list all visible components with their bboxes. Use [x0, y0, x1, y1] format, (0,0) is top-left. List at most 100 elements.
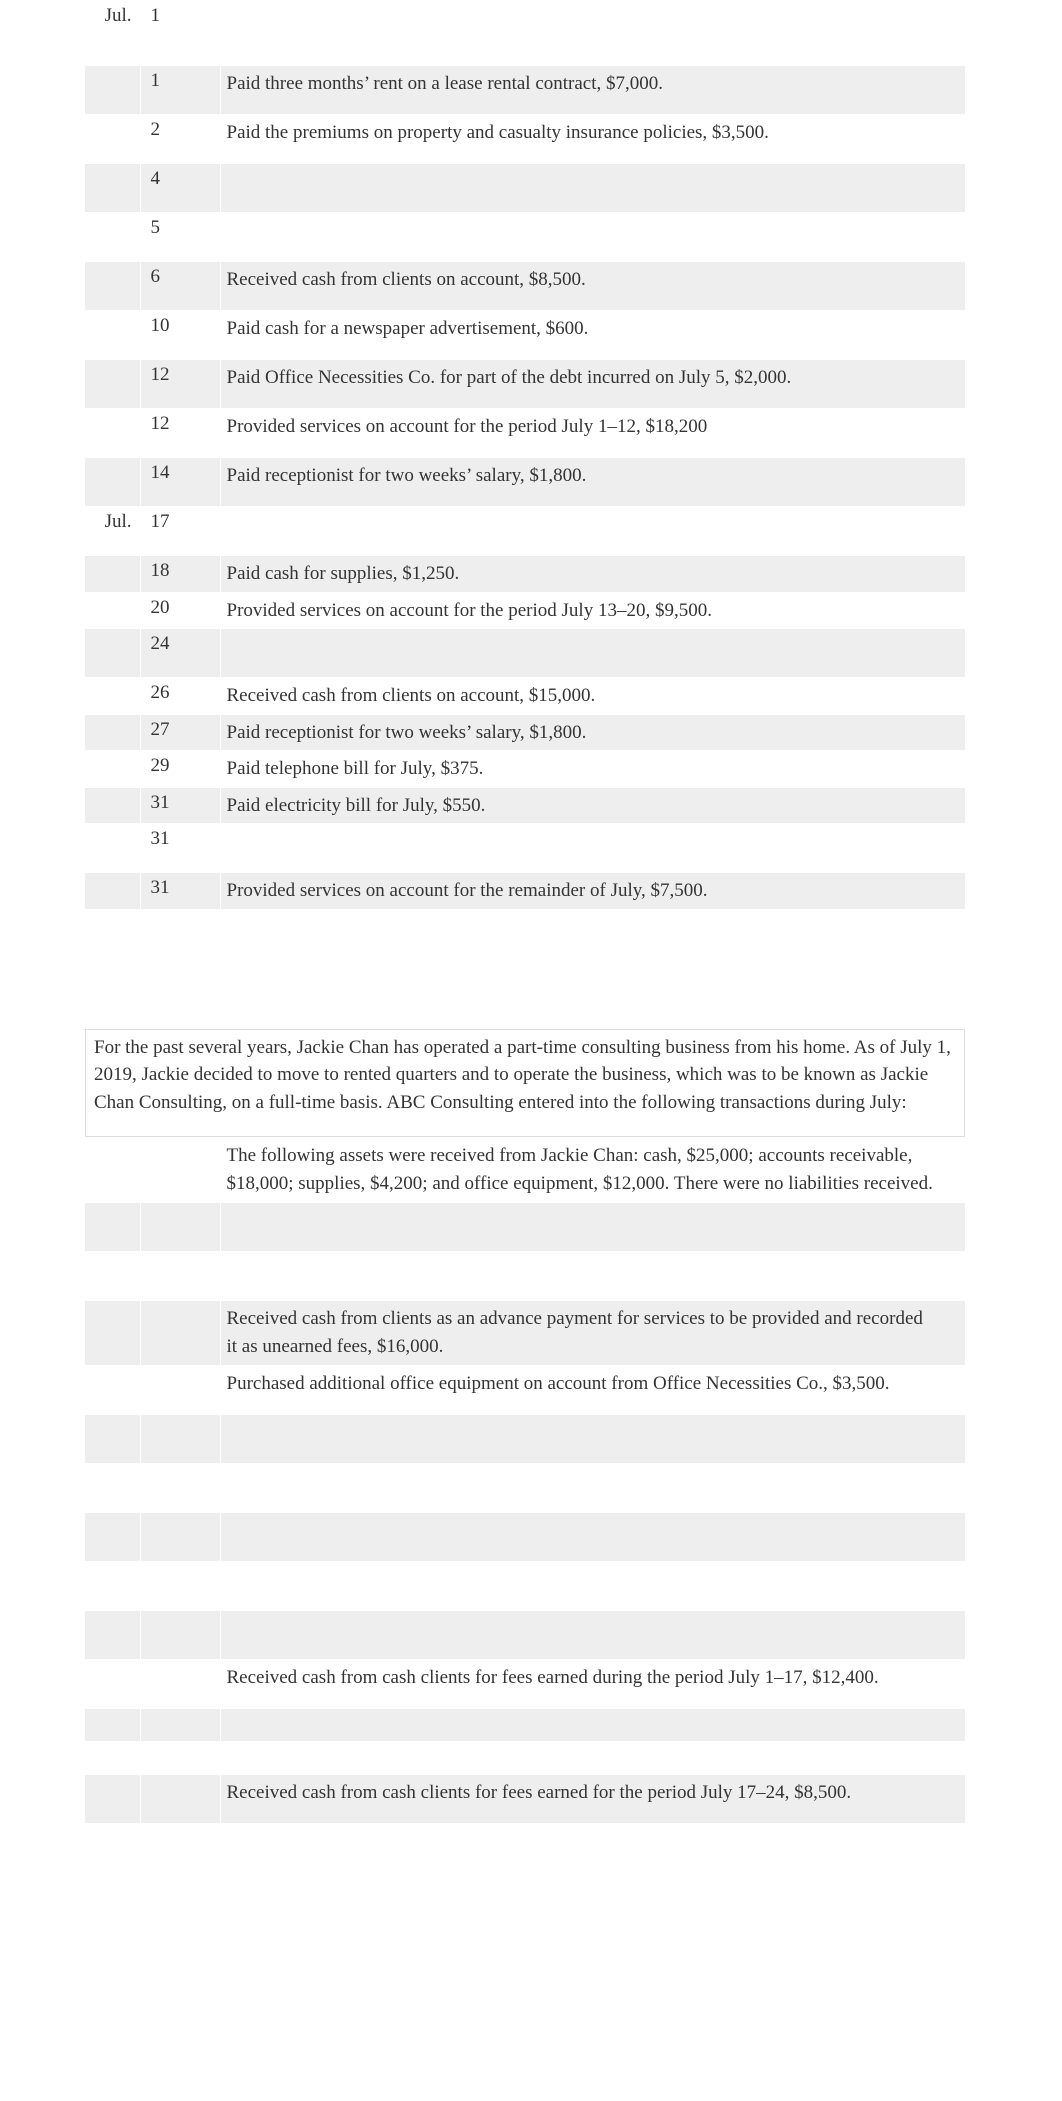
month-cell — [85, 1562, 140, 1606]
section-gap — [0, 909, 1062, 1029]
month-cell — [85, 1366, 140, 1410]
table-row: 24 — [85, 629, 965, 678]
day-cell: 20 — [141, 593, 220, 621]
month-cell — [85, 751, 140, 779]
table-row — [85, 1252, 965, 1301]
table-row — [85, 1512, 965, 1561]
description-cell: Paid receptionist for two weeks’ salary,… — [221, 458, 966, 506]
table-row: Received cash from clients as an advance… — [85, 1301, 965, 1365]
month-cell — [85, 458, 140, 502]
table-row — [85, 1414, 965, 1463]
month-cell — [85, 213, 140, 257]
table-row: Jul.17 — [85, 507, 965, 556]
table-row: Received cash from cash clients for fees… — [85, 1774, 965, 1823]
table-row: 6Received cash from clients on account, … — [85, 262, 965, 311]
month-cell — [85, 1611, 140, 1655]
table-row: 4 — [85, 164, 965, 213]
table-row — [85, 1708, 965, 1741]
month-cell — [85, 1709, 140, 1737]
table-row: 29Paid telephone bill for July, $375. — [85, 751, 965, 788]
table-row: 31Provided services on account for the r… — [85, 873, 965, 909]
description-cell — [221, 1562, 966, 1610]
description-cell — [221, 1252, 966, 1300]
description-cell: Paid electricity bill for July, $550. — [221, 788, 966, 824]
month-cell — [85, 873, 140, 901]
month-cell — [85, 262, 140, 306]
description-cell: Received cash from cash clients for fees… — [221, 1775, 966, 1823]
day-cell: 26 — [141, 678, 220, 706]
description-cell: Paid cash for a newspaper advertisement,… — [221, 311, 966, 359]
description-cell: Paid three months’ rent on a lease renta… — [221, 66, 966, 114]
day-cell — [141, 1660, 220, 1704]
month-cell: Jul. — [85, 1, 140, 61]
description-cell — [221, 1, 966, 65]
day-cell: 14 — [141, 458, 220, 502]
transactions-table-2: The following assets were received from … — [85, 1137, 965, 1822]
table-row: 5 — [85, 213, 965, 262]
month-cell — [85, 678, 140, 706]
day-cell: 31 — [141, 788, 220, 816]
table-row — [85, 1203, 965, 1252]
document-page: Jul.11Paid three months’ rent on a lease… — [0, 0, 1062, 1823]
table-row — [85, 1610, 965, 1659]
description-cell: Paid cash for supplies, $1,250. — [221, 556, 966, 592]
table-row — [85, 1561, 965, 1610]
description-cell: Paid the premiums on property and casual… — [221, 115, 966, 163]
month-cell — [85, 1513, 140, 1557]
intro-paragraph-text: For the past several years, Jackie Chan … — [94, 1037, 951, 1113]
day-cell — [141, 1562, 220, 1606]
day-cell — [141, 1775, 220, 1819]
month-cell — [85, 115, 140, 159]
day-cell: 31 — [141, 873, 220, 901]
description-cell — [221, 1513, 966, 1561]
day-cell: 31 — [141, 824, 220, 868]
day-cell — [141, 1464, 220, 1508]
table-row: 27Paid receptionist for two weeks’ salar… — [85, 714, 965, 751]
day-cell: 18 — [141, 556, 220, 584]
day-cell: 12 — [141, 360, 220, 404]
table-row: 10Paid cash for a newspaper advertisemen… — [85, 311, 965, 360]
description-cell: The following assets were received from … — [221, 1138, 966, 1202]
month-cell — [85, 1138, 140, 1198]
description-cell — [221, 629, 966, 677]
table-row: 12Provided services on account for the p… — [85, 409, 965, 458]
description-cell — [221, 1611, 966, 1659]
table-row: Jul.1 — [85, 1, 965, 66]
transactions-table-1: Jul.11Paid three months’ rent on a lease… — [85, 0, 965, 909]
table-row: 26Received cash from clients on account,… — [85, 678, 965, 715]
table-row: Received cash from cash clients for fees… — [85, 1659, 965, 1708]
table-row: 2Paid the premiums on property and casua… — [85, 115, 965, 164]
description-cell — [221, 1415, 966, 1463]
description-cell: Provided services on account for the per… — [221, 593, 966, 629]
day-cell: 17 — [141, 507, 220, 551]
day-cell — [141, 1301, 220, 1345]
description-cell — [221, 824, 966, 872]
description-cell — [221, 1464, 966, 1512]
month-cell — [85, 1464, 140, 1508]
day-cell: 10 — [141, 311, 220, 355]
day-cell — [141, 1366, 220, 1410]
day-cell — [141, 1611, 220, 1655]
month-cell — [85, 1415, 140, 1459]
day-cell — [141, 1252, 220, 1296]
description-cell: Provided services on account for the rem… — [221, 873, 966, 909]
table-row: 14Paid receptionist for two weeks’ salar… — [85, 458, 965, 507]
day-cell — [141, 1203, 220, 1247]
table-row: The following assets were received from … — [85, 1138, 965, 1203]
month-cell — [85, 1742, 140, 1770]
day-cell — [141, 1709, 220, 1737]
table-row: 31Paid electricity bill for July, $550. — [85, 787, 965, 824]
intro-paragraph-box: For the past several years, Jackie Chan … — [85, 1029, 965, 1138]
description-cell: Paid Office Necessities Co. for part of … — [221, 360, 966, 408]
month-cell — [85, 556, 140, 584]
month-cell — [85, 629, 140, 673]
day-cell: 1 — [141, 66, 220, 110]
day-cell: 12 — [141, 409, 220, 453]
month-cell — [85, 1203, 140, 1247]
month-cell — [85, 1775, 140, 1819]
month-cell — [85, 360, 140, 404]
month-cell — [85, 824, 140, 868]
month-cell — [85, 1301, 140, 1345]
day-cell: 27 — [141, 715, 220, 743]
description-cell: Received cash from cash clients for fees… — [221, 1660, 966, 1708]
